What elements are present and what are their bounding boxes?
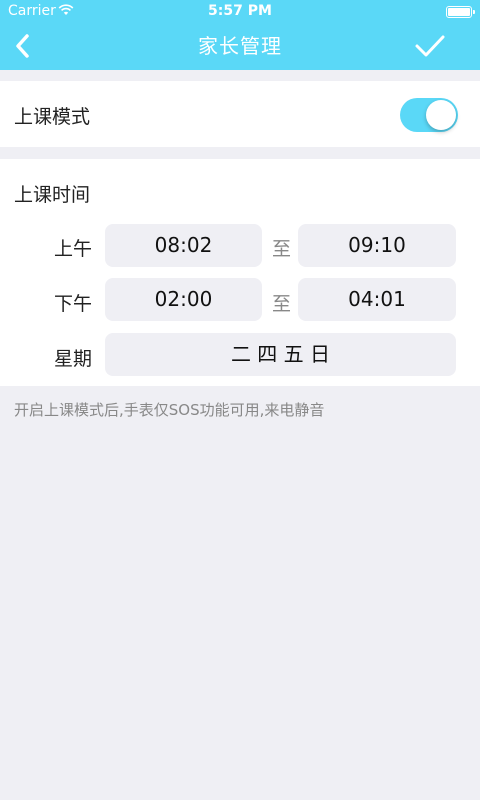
class-mode-row: 上课模式 — [0, 81, 480, 147]
morning-label: 上午 — [54, 238, 93, 260]
morning-to-label: 至 — [272, 238, 292, 260]
page-title: 家长管理 — [198, 34, 282, 58]
afternoon-to-label: 至 — [272, 293, 292, 315]
afternoon-start-time[interactable]: 02:00 — [105, 278, 262, 321]
morning-start-time[interactable]: 08:02 — [105, 224, 262, 267]
class-mode-toggle[interactable] — [400, 98, 458, 132]
weekdays-selector[interactable]: 二 四 五 日 — [105, 333, 456, 376]
class-mode-label: 上课模式 — [14, 106, 91, 128]
weekdays-label: 星期 — [54, 348, 93, 370]
status-time: 5:57 PM — [208, 3, 272, 19]
class-time-heading: 上课时间 — [14, 184, 91, 206]
afternoon-end-time[interactable]: 04:01 — [298, 278, 456, 321]
check-icon[interactable] — [414, 32, 446, 60]
afternoon-label: 下午 — [54, 293, 93, 315]
class-time-section: 上课时间 上午 08:02 至 09:10 下午 02:00 至 04:01 星… — [0, 159, 480, 386]
toggle-knob — [426, 100, 456, 130]
class-mode-hint: 开启上课模式后,手表仅SOS功能可用,来电静音 — [14, 401, 325, 419]
morning-end-time[interactable]: 09:10 — [298, 224, 456, 267]
battery-icon — [446, 6, 475, 18]
status-bar: Carrier 5:57 PM — [0, 0, 480, 22]
header-bar: Carrier 5:57 PM 家长管理 — [0, 0, 480, 70]
